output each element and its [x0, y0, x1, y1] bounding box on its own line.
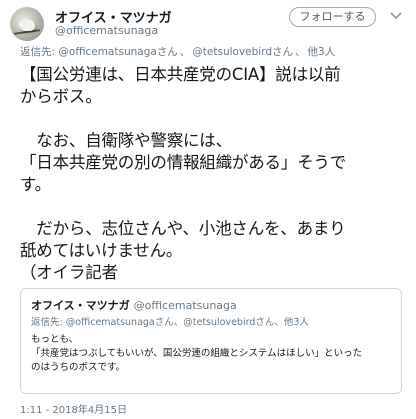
- quoted-tweet[interactable]: オフイス・マツナガ @officematsunaga 返信先: @officema…: [20, 288, 402, 394]
- reply-others[interactable]: 他3人: [308, 46, 336, 58]
- tweet-text: 【国公労連は、日本共産党のCIA】説は以前 からボス。 なお、自衛隊や警察には、…: [20, 65, 347, 282]
- reply-mention-1[interactable]: @officematsunagaさん: [58, 46, 177, 58]
- reply-prefix: 返信先:: [20, 46, 56, 58]
- quoted-text: もっとも、 「共産党はつぶしてもいいが、国公労連の組織とシステムはほしい」といっ…: [31, 334, 363, 373]
- avatar[interactable]: [10, 7, 44, 41]
- reply-mention-2[interactable]: @tetsulovebirdさん: [192, 46, 293, 58]
- timestamp[interactable]: 1:11 - 2018年4月15日: [20, 401, 127, 416]
- quoted-handle: @officematsunaga: [133, 299, 237, 312]
- quoted-reply-line: 返信先: @officematsunagaさん、@tetsulovebirdさん…: [31, 317, 309, 328]
- reply-to-line: 返信先: @officematsunagaさん、 @tetsulovebirdさん…: [20, 44, 335, 59]
- quoted-display-name: オフイス・マツナガ: [31, 299, 130, 312]
- quoted-author-line: オフイス・マツナガ @officematsunaga: [31, 297, 237, 313]
- author-handle[interactable]: @officematsunaga: [55, 24, 158, 37]
- reply-separator-1: 、: [179, 46, 191, 58]
- follow-button[interactable]: フォローする: [289, 7, 376, 27]
- reply-separator-2: 、: [295, 46, 306, 58]
- chevron-down-icon[interactable]: [389, 11, 403, 21]
- tweet-card: オフイス・マツナガ @officematsunaga フォローする 返信先: @…: [0, 0, 416, 419]
- bird-shape: [19, 19, 35, 31]
